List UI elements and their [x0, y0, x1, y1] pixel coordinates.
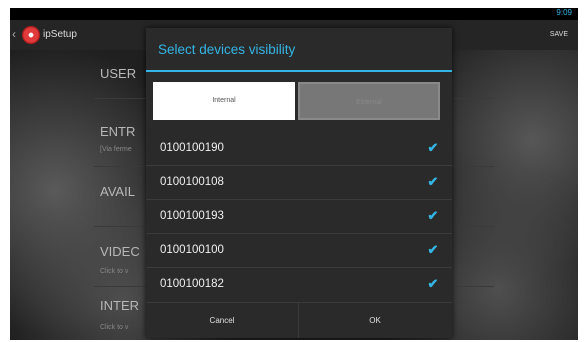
- device-row[interactable]: 0100100100 ✔: [146, 234, 452, 268]
- checkmark-icon[interactable]: ✔: [426, 209, 440, 223]
- device-screen: 9:09 ‹ ipSetup SAVE USER ENTR [Via ferme…: [10, 8, 578, 340]
- checkmark-icon[interactable]: ✔: [426, 141, 440, 155]
- device-id: 0100100182: [160, 278, 224, 290]
- device-id: 0100100190: [160, 142, 224, 154]
- tab-internal[interactable]: Internal: [153, 82, 295, 120]
- device-row[interactable]: 0100100193 ✔: [146, 200, 452, 234]
- list-item-heading: INTER: [100, 298, 139, 313]
- device-row[interactable]: 0100100190 ✔: [146, 132, 452, 166]
- list-item-subtitle: [Via ferme: [100, 146, 132, 153]
- device-row[interactable]: 0100100182 ✔: [146, 268, 452, 302]
- save-button[interactable]: SAVE: [550, 31, 568, 38]
- device-row[interactable]: 0100100108 ✔: [146, 166, 452, 200]
- tab-external[interactable]: External: [298, 82, 440, 120]
- ok-button[interactable]: OK: [299, 303, 451, 338]
- device-id: 0100100100: [160, 244, 224, 256]
- status-time: 9:09: [556, 8, 572, 17]
- list-item-heading: ENTR: [100, 124, 136, 139]
- dialog-button-bar: Cancel OK: [146, 302, 452, 338]
- up-caret-icon[interactable]: ‹: [12, 27, 16, 41]
- app-title: ipSetup: [43, 29, 77, 40]
- dialog-title-bar: Select devices visibility: [146, 28, 452, 72]
- list-item-heading: AVAIL: [100, 184, 135, 199]
- list-item-heading: VIDEC: [100, 244, 140, 259]
- app-logo-icon[interactable]: [22, 26, 40, 44]
- checkmark-icon[interactable]: ✔: [426, 277, 440, 291]
- status-bar: 9:09: [10, 8, 578, 20]
- tab-bar: Internal External: [146, 82, 452, 120]
- device-id: 0100100193: [160, 210, 224, 222]
- dialog-title: Select devices visibility: [158, 42, 296, 57]
- device-visibility-dialog: Select devices visibility Internal Exter…: [146, 28, 452, 338]
- list-item-subtitle: Click to v: [100, 324, 129, 331]
- checkmark-icon[interactable]: ✔: [426, 243, 440, 257]
- device-id: 0100100108: [160, 176, 224, 188]
- checkmark-icon[interactable]: ✔: [426, 175, 440, 189]
- cancel-button[interactable]: Cancel: [146, 303, 299, 338]
- list-item-subtitle: Click to v: [100, 268, 129, 275]
- list-item-heading: USER: [100, 66, 137, 81]
